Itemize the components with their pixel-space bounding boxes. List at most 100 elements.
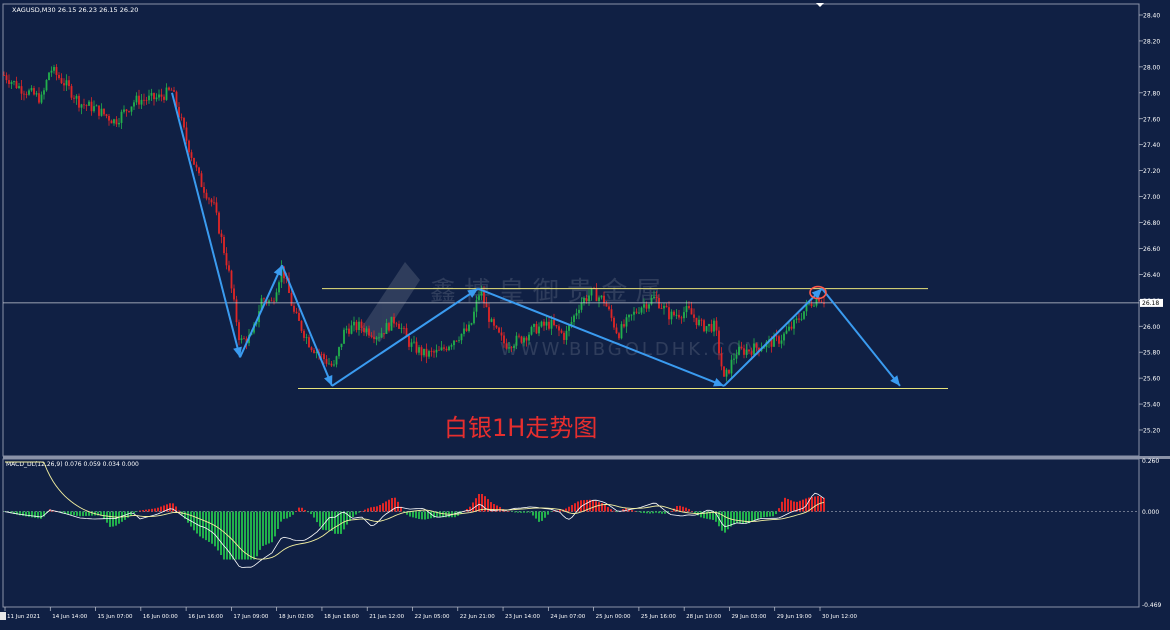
candle-body [128, 111, 130, 112]
y-tick-label: 26.00 [1143, 324, 1160, 331]
x-tick-label: 22 Jun 05:00 [415, 614, 450, 620]
candle-body [550, 319, 553, 329]
candle-body [715, 320, 718, 331]
macd-bar [370, 507, 372, 512]
macd-bar [241, 511, 243, 560]
y-tick-label: 27.80 [1143, 90, 1160, 97]
x-tick-label: 18 Jun 18:00 [324, 614, 359, 620]
macd-bar [205, 511, 207, 541]
x-tick-label: 28 Jun 10:00 [686, 614, 721, 620]
candle-body [700, 319, 703, 321]
candle-body [743, 348, 745, 355]
candle-body [50, 70, 53, 73]
macd-bar [733, 511, 735, 525]
macd-bar [439, 511, 441, 518]
candle-body [358, 321, 360, 331]
candle-body [215, 202, 218, 213]
macd-bar [148, 509, 150, 512]
macd-bar [691, 511, 693, 512]
candle-body [83, 104, 85, 106]
candle-body [695, 317, 698, 326]
candle-body [105, 114, 108, 116]
candle-body [688, 306, 690, 309]
candle-body [10, 82, 13, 84]
candle-body [490, 319, 493, 322]
candle-body [203, 187, 205, 193]
candle-body [630, 314, 633, 316]
candle-body [338, 347, 340, 357]
candle-body [195, 164, 198, 168]
macd-bar [310, 511, 312, 515]
candle-body [393, 316, 395, 324]
macd-bar [76, 511, 78, 516]
macd-bar [322, 511, 324, 530]
macd-bar [34, 511, 36, 518]
candle-body [458, 340, 460, 342]
candle-body [95, 105, 98, 107]
candle-body [673, 311, 675, 316]
y-tick-label: 27.20 [1143, 168, 1160, 175]
macd-bar [787, 499, 789, 512]
candle-body [303, 330, 305, 338]
candle-body [3, 75, 5, 76]
candle-body [555, 325, 558, 327]
macd-bar [313, 511, 315, 518]
y-tick-label: 26.40 [1143, 272, 1160, 279]
candle-body [173, 90, 175, 92]
macd-bar [634, 511, 636, 512]
candle-body [93, 106, 95, 112]
candle-body [188, 140, 190, 153]
macd-bar [547, 511, 549, 515]
candle-body [788, 326, 790, 331]
macd-bar [298, 507, 300, 512]
candle-body [345, 328, 348, 330]
candle-body [388, 323, 390, 331]
candle-body [165, 87, 168, 100]
macd-axis-top: 0.260 [1142, 458, 1159, 465]
macd-bar [766, 511, 768, 517]
macd-bar [751, 511, 753, 522]
macd-bar [334, 511, 336, 534]
candle-body [423, 348, 425, 356]
candle-body [100, 108, 103, 116]
candle-body [623, 324, 625, 327]
candle-body [498, 327, 500, 333]
candle-body [330, 363, 333, 366]
macd-bar [724, 511, 726, 533]
candle-body [65, 80, 68, 86]
candle-body [350, 325, 353, 334]
candle-body [133, 102, 135, 107]
candle-body [115, 119, 118, 125]
candle-body [620, 324, 623, 339]
current-price-tag: 26.18 [1140, 298, 1163, 307]
candle-body [420, 347, 423, 356]
macd-bar [610, 509, 612, 512]
candle-body [608, 306, 610, 310]
candle-body [123, 109, 125, 112]
macd-bar [655, 511, 657, 513]
macd-bar [85, 511, 87, 516]
macd-bar [316, 511, 318, 523]
candle-body [650, 298, 653, 305]
candle-body [335, 356, 338, 365]
y-tick-label: 26.80 [1143, 220, 1160, 227]
candle-body [528, 334, 530, 341]
candle-body [8, 80, 10, 84]
candle-body [755, 343, 758, 348]
macd-bar [28, 511, 30, 517]
candle-body [263, 298, 265, 300]
macd-bar [142, 510, 144, 512]
candle-body [660, 308, 663, 309]
candle-body [45, 80, 48, 91]
macd-bar [208, 511, 210, 542]
candle-body [580, 302, 583, 310]
candle-body [525, 337, 528, 341]
x-tick-label: 16 Jun 00:00 [143, 614, 178, 620]
macd-bar [178, 510, 180, 512]
price-chart-window: XAGUSD,M30 26.15 26.23 26.15 26.20 鑫 博 皇… [0, 0, 1170, 625]
candle-body [410, 342, 413, 347]
candle-body [548, 321, 550, 329]
candle-body [160, 94, 163, 97]
macd-bar [424, 511, 426, 520]
macd-bar [193, 511, 195, 531]
